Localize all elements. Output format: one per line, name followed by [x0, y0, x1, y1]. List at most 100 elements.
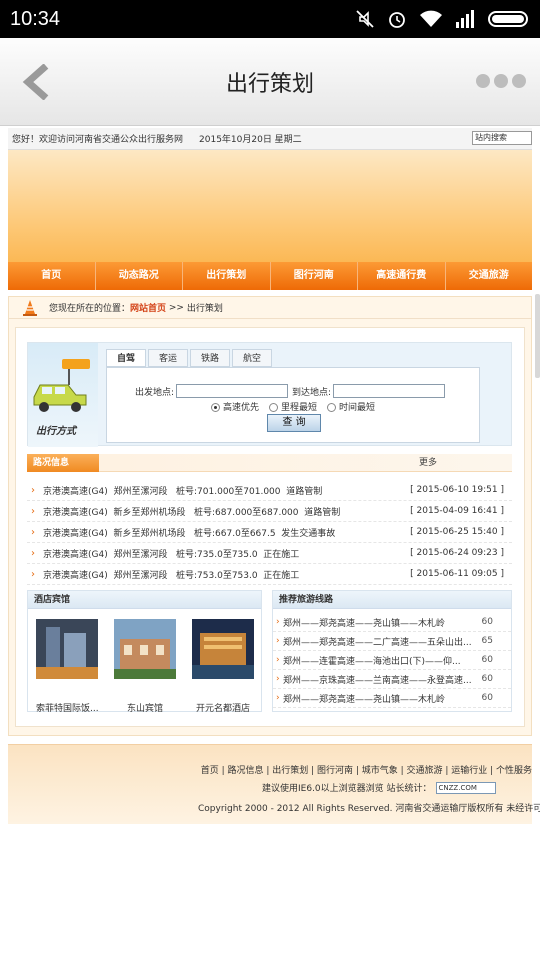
hotel-photo — [114, 619, 176, 679]
route-count: 65 — [481, 636, 493, 646]
route-count: 60 — [481, 655, 493, 665]
list-item[interactable]: 京港澳高速(G4) 郑州至漯河段 桩号:735.0至735.0 正在施工 [ 20… — [27, 543, 512, 564]
list-item[interactable]: 京港澳高速(G4) 郑州至漯河段 桩号:701.000至701.000 道路管制… — [27, 480, 512, 501]
nav-item-planning[interactable]: 出行策划 — [183, 262, 271, 290]
road-item-text: 京港澳高速(G4) 郑州至漯河段 桩号:753.0至753.0 正在施工 — [43, 570, 300, 581]
nav-item-toll[interactable]: 高速通行费 — [358, 262, 446, 290]
list-item[interactable]: 郑州——郑尧高速——二广高速——五朵山出... 65 — [273, 632, 511, 651]
road-item-text: 京港澳高速(G4) 新乡至郑州机场段 桩号:667.0至667.5 发生交通事故 — [43, 528, 336, 539]
road-info-title: 路况信息 — [27, 454, 99, 472]
app-bar: 出行策划 — [0, 38, 540, 126]
travel-mode-label: 出行方式 — [36, 426, 76, 437]
travel-mode-image: 出行方式 — [28, 343, 98, 447]
nav-item-traffic[interactable]: 动态路况 — [96, 262, 183, 290]
road-info-list: 京港澳高速(G4) 郑州至漯河段 桩号:701.000至701.000 道路管制… — [27, 480, 512, 585]
option-shortest[interactable]: 里程最短 — [269, 400, 317, 413]
content-area: 出行方式 自驾 客运 铁路 航空 出发地点: 到达地点: 高速优先 里程最短 时… — [15, 327, 525, 727]
traffic-cone-icon — [23, 299, 37, 316]
list-item[interactable]: 京港澳高速(G4) 新乡至郑州机场段 桩号:687.000至687.000 道路… — [27, 501, 512, 522]
hotel-card[interactable]: 索菲特国际饭... — [36, 619, 99, 714]
tab-rail[interactable]: 铁路 — [190, 349, 230, 367]
list-item[interactable]: 郑州——连霍高速——海池出口(下)——仰... 60 — [273, 651, 511, 670]
nav-item-map[interactable]: 图行河南 — [271, 262, 358, 290]
more-menu-icon[interactable] — [476, 74, 526, 88]
advice-text: 建议使用IE6.0以上浏览器浏览 站长统计： — [262, 784, 432, 794]
route-text: 郑州——连霍高速——海池出口(下)——仰... — [283, 656, 461, 667]
breadcrumb-current: 出行策划 — [186, 304, 223, 314]
hotel-name: 开元名都酒店 — [195, 704, 250, 714]
battery-icon — [488, 11, 528, 27]
tour-routes-title: 推荐旅游线路 — [273, 591, 511, 609]
welcome-text: 您好！欢迎访问河南省交通公众出行服务网 — [12, 135, 184, 145]
site-footer: 首页 | 路况信息 | 出行策划 | 图行河南 | 城市气象 | 交通旅游 | … — [8, 744, 540, 824]
hotel-card[interactable]: 开元名都酒店 — [192, 619, 254, 714]
status-time: 10:34 — [10, 7, 61, 30]
nav-item-home[interactable]: 首页 — [8, 262, 96, 290]
to-label: 到达地点: — [292, 387, 332, 398]
mute-icon — [356, 10, 374, 28]
query-button[interactable]: 查 询 — [267, 414, 321, 432]
to-input[interactable] — [333, 384, 446, 398]
main-nav: 首页 动态路况 出行策划 图行河南 高速通行费 交通旅游 — [8, 262, 532, 290]
location-row: 出发地点: 到达地点: — [135, 384, 446, 398]
option-fastest[interactable]: 时间最短 — [327, 400, 375, 413]
hotel-card[interactable]: 东山宾馆 — [114, 619, 176, 714]
page-title: 出行策划 — [225, 71, 314, 97]
from-input[interactable] — [176, 384, 289, 398]
list-item[interactable]: 京港澳高速(G4) 新乡至郑州机场段 桩号:667.0至667.5 发生交通事故… — [27, 522, 512, 543]
status-icons — [354, 8, 530, 30]
list-item[interactable]: 郑州——郑尧高速——尧山镇——木札岭 60 — [273, 689, 511, 708]
tour-routes-list: 郑州——郑尧高速——尧山镇——木札岭 60 郑州——郑尧高速——二广高速——五朵山… — [273, 609, 511, 708]
alarm-icon — [389, 12, 405, 28]
hotel-photo — [192, 619, 254, 679]
site-search-input[interactable]: 站内搜索 — [472, 131, 532, 145]
road-item-text: 京港澳高速(G4) 郑州至漯河段 桩号:735.0至735.0 正在施工 — [43, 549, 300, 560]
breadcrumb-home-link[interactable]: 网站首页 — [130, 301, 166, 314]
route-text: 郑州——京珠高速——兰南高速——永登高速... — [283, 675, 472, 686]
option-shortest-label: 里程最短 — [281, 403, 318, 413]
tab-self-drive[interactable]: 自驾 — [106, 349, 146, 367]
footer-advice: 建议使用IE6.0以上浏览器浏览 站长统计： CNZZ.COM — [262, 781, 496, 794]
hotel-name: 东山宾馆 — [126, 704, 163, 714]
main-panel: 您现在所在的位置： 网站首页 >> 出行策划 出行方式 自驾 客运 铁路 航空 … — [8, 296, 532, 736]
travel-planner: 出行方式 自驾 客运 铁路 航空 出发地点: 到达地点: 高速优先 里程最短 时… — [27, 342, 512, 447]
site-topbar: 您好！欢迎访问河南省交通公众出行服务网 2015年10月20日 星期二 站内搜索 — [8, 128, 532, 150]
breadcrumb-prefix: 您现在所在的位置： — [49, 304, 131, 314]
nav-item-tourism[interactable]: 交通旅游 — [446, 262, 533, 290]
list-item[interactable]: 郑州——郑尧高速——尧山镇——木札岭 60 — [273, 613, 511, 632]
option-highway[interactable]: 高速优先 — [211, 400, 259, 413]
site-banner — [8, 150, 532, 262]
footer-links[interactable]: 首页 | 路况信息 | 出行策划 | 图行河南 | 城市气象 | 交通旅游 | … — [201, 763, 532, 776]
radio-highway[interactable] — [211, 403, 220, 412]
route-text: 郑州——郑尧高速——尧山镇——木札岭 — [283, 618, 446, 629]
from-label: 出发地点: — [135, 387, 175, 398]
hotels-title: 酒店宾馆 — [28, 591, 261, 609]
scrollbar[interactable] — [535, 294, 540, 378]
signal-icon — [456, 10, 474, 28]
road-item-date: [ 2015-04-09 16:41 ] — [410, 506, 504, 516]
list-item[interactable]: 郑州——京珠高速——兰南高速——永登高速... 60 — [273, 670, 511, 689]
breadcrumb: 您现在所在的位置： 网站首页 >> 出行策划 — [9, 297, 531, 319]
radio-shortest[interactable] — [269, 403, 279, 412]
route-options: 高速优先 里程最短 时间最短 — [211, 400, 375, 413]
hotels-box: 酒店宾馆 索菲特国际饭... 东山宾馆 开元名都酒店 — [27, 590, 262, 714]
tab-air[interactable]: 航空 — [232, 349, 272, 367]
option-highway-label: 高速优先 — [223, 403, 260, 413]
route-count: 60 — [481, 617, 493, 627]
status-bar: 10:34 — [0, 0, 540, 38]
tab-coach[interactable]: 客运 — [148, 349, 188, 367]
tour-routes-box: 推荐旅游线路 郑州——郑尧高速——尧山镇——木札岭 60 郑州——郑尧高速——二广… — [272, 590, 512, 712]
hotel-photo — [36, 619, 98, 679]
road-item-date: [ 2015-06-10 19:51 ] — [410, 485, 504, 495]
back-arrow-icon[interactable] — [16, 64, 56, 100]
road-info-header: 路况信息 更多 — [27, 454, 512, 472]
cnzz-badge[interactable]: CNZZ.COM — [435, 781, 496, 794]
route-text: 郑州——郑尧高速——二广高速——五朵山出... — [283, 637, 472, 648]
radio-fastest[interactable] — [327, 403, 337, 412]
date-text: 2015年10月20日 星期二 — [199, 135, 302, 145]
travel-tabs: 自驾 客运 铁路 航空 — [106, 349, 274, 367]
road-info-more-link[interactable]: 更多 — [419, 454, 437, 472]
hotel-name: 索菲特国际饭... — [36, 704, 99, 714]
list-item[interactable]: 京港澳高速(G4) 郑州至漯河段 桩号:753.0至753.0 正在施工 [ 20… — [27, 564, 512, 585]
road-item-date: [ 2015-06-11 09:05 ] — [410, 569, 504, 579]
